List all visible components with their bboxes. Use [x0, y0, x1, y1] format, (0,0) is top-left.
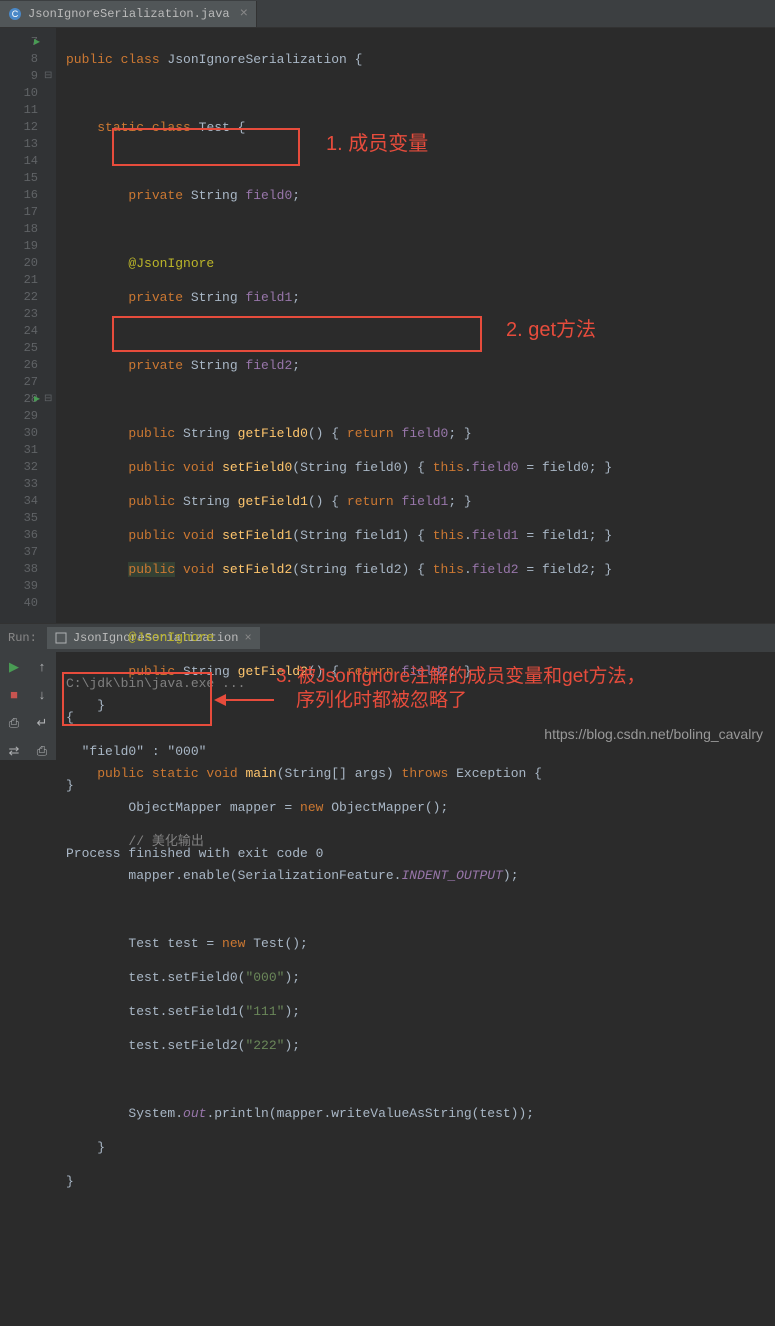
line-number: 11: [0, 102, 38, 119]
file-tab[interactable]: C JsonIgnoreSerialization.java ×: [0, 1, 257, 27]
editor-tab-bar: C JsonIgnoreSerialization.java ×: [0, 0, 775, 28]
line-number: 20: [0, 255, 38, 272]
console-line: [66, 811, 765, 828]
line-number: 21: [0, 272, 38, 289]
line-number: 10: [0, 85, 38, 102]
line-number: 13: [0, 136, 38, 153]
line-number: 38: [0, 561, 38, 578]
console-line: }: [66, 777, 765, 794]
line-number: 23: [0, 306, 38, 323]
watermark: https://blog.csdn.net/boling_cavalry: [544, 726, 763, 742]
run-config-icon: [55, 632, 67, 644]
run-gutter-icon[interactable]: ▸: [34, 391, 40, 408]
line-number: 34: [0, 493, 38, 510]
line-number: 7: [0, 34, 38, 51]
rerun-button[interactable]: ▶: [5, 658, 23, 676]
print-icon[interactable]: ⎙: [33, 742, 51, 760]
run-body: ▶ ■ ⎙ ⇄ ↑ ↓ ↵ ⎙ C:\jdk\bin\java.exe ... …: [0, 652, 775, 760]
line-number: 35: [0, 510, 38, 527]
line-number: 37: [0, 544, 38, 561]
stop-button[interactable]: ■: [5, 686, 23, 704]
line-number: 29: [0, 408, 38, 425]
line-number: 17: [0, 204, 38, 221]
console-line: "field0" : "000": [66, 743, 765, 760]
run-toolbar-left: ▶ ■ ⎙ ⇄: [0, 652, 28, 760]
code-area[interactable]: public class JsonIgnoreSerialization { s…: [56, 28, 612, 623]
line-number: 40: [0, 595, 38, 612]
line-number: 15: [0, 170, 38, 187]
annotation-label-3b: 序列化时都被忽略了: [296, 692, 467, 709]
console-output[interactable]: C:\jdk\bin\java.exe ... { "field0" : "00…: [56, 652, 775, 760]
line-number: 39: [0, 578, 38, 595]
console-line: Process finished with exit code 0: [66, 845, 765, 862]
line-number: 33: [0, 476, 38, 493]
tab-filename: JsonIgnoreSerialization.java: [28, 7, 230, 21]
run-label: Run:: [8, 631, 37, 645]
run-gutter-icon[interactable]: ▸: [34, 34, 40, 51]
line-number: 18: [0, 221, 38, 238]
svg-text:C: C: [12, 9, 19, 19]
close-tab-icon[interactable]: ×: [240, 6, 248, 22]
annotation-label-1: 1. 成员变量: [326, 136, 428, 153]
line-number: 36: [0, 527, 38, 544]
arrow-icon: [214, 690, 274, 710]
line-number: 8: [0, 51, 38, 68]
line-number: 24: [0, 323, 38, 340]
line-number: 30: [0, 425, 38, 442]
console-line: C:\jdk\bin\java.exe ...: [66, 675, 765, 692]
camera-icon[interactable]: ⎙: [5, 714, 23, 732]
down-icon[interactable]: ↓: [33, 686, 51, 704]
settings-icon[interactable]: ⇄: [5, 742, 23, 760]
wrap-icon[interactable]: ↵: [33, 714, 51, 732]
line-number: 9: [0, 68, 38, 85]
line-number: 14: [0, 153, 38, 170]
line-number: 28: [0, 391, 38, 408]
run-toolbar-right: ↑ ↓ ↵ ⎙: [28, 652, 56, 760]
up-icon[interactable]: ↑: [33, 658, 51, 676]
java-class-icon: C: [8, 7, 22, 21]
line-number: 12: [0, 119, 38, 136]
line-number: 26: [0, 357, 38, 374]
line-gutter: ▸ ⊟ ▸ ⊟ 7 8 9 10 11 12 13 14 15 16 17 18…: [0, 28, 56, 623]
line-number: 16: [0, 187, 38, 204]
line-number: 22: [0, 289, 38, 306]
line-number: 25: [0, 340, 38, 357]
line-number: 19: [0, 238, 38, 255]
line-number: 31: [0, 442, 38, 459]
console-line: {: [66, 709, 765, 726]
line-number: 27: [0, 374, 38, 391]
fold-icon[interactable]: ⊟: [44, 391, 52, 408]
code-editor: ▸ ⊟ ▸ ⊟ 7 8 9 10 11 12 13 14 15 16 17 18…: [0, 28, 775, 623]
line-number: 32: [0, 459, 38, 476]
fold-icon[interactable]: ⊟: [44, 68, 52, 85]
